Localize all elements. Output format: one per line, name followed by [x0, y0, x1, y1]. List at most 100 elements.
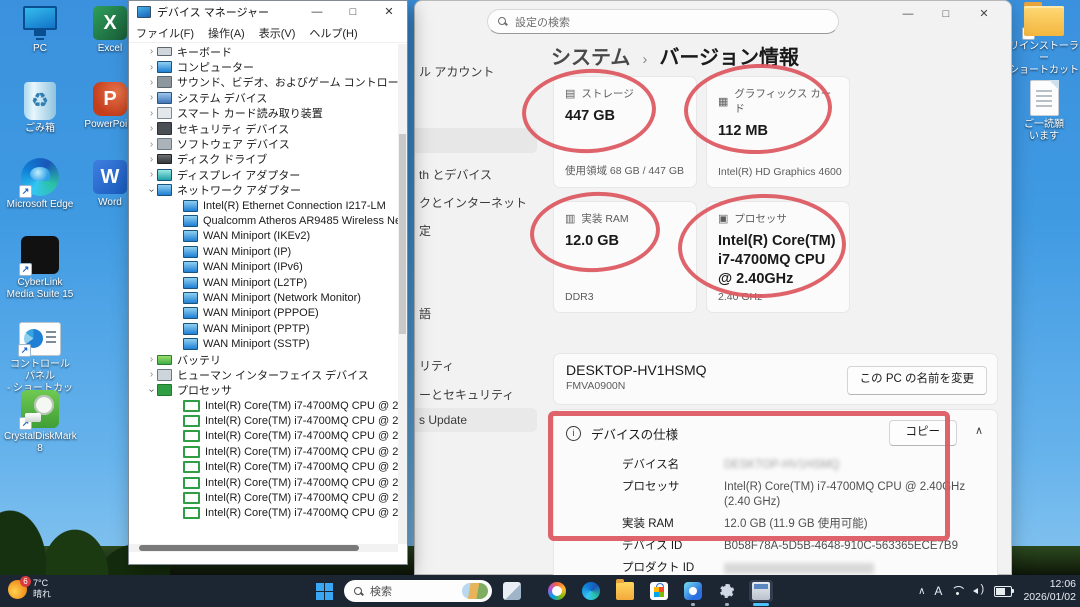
tree-item[interactable]: Intel(R) Core(TM) i7-4700MQ CPU @ 2.40GH… — [129, 413, 398, 428]
menu-item[interactable]: ヘルプ(H) — [302, 25, 364, 41]
chevron-right-icon[interactable]: › — [146, 46, 157, 57]
tree-item[interactable]: WAN Miniport (PPTP) — [129, 321, 398, 336]
menu-item[interactable]: 表示(V) — [252, 25, 303, 41]
tree-item[interactable]: Intel(R) Core(TM) i7-4700MQ CPU @ 2.40GH… — [129, 475, 398, 490]
tree-item[interactable]: ›ネットワーク アダプター — [129, 183, 398, 198]
vertical-scrollbar[interactable] — [398, 44, 407, 544]
taskbar-icon-edge[interactable] — [579, 580, 603, 602]
volume-icon[interactable] — [973, 586, 985, 596]
chevron-right-icon[interactable]: › — [146, 123, 157, 134]
taskbar-icon-copilot[interactable] — [545, 580, 569, 602]
taskbar-icon-task-view[interactable] — [500, 580, 524, 602]
maximize-button[interactable]: □ — [927, 1, 965, 27]
chevron-right-icon[interactable]: › — [146, 77, 157, 88]
horizontal-scrollbar[interactable] — [129, 544, 398, 552]
chevron-down-icon[interactable]: › — [146, 185, 157, 196]
tray-chevron-up-icon[interactable]: ∧ — [918, 586, 925, 597]
settings-search-placeholder: 設定の検索 — [515, 14, 570, 30]
tree-item-label: サウンド、ビデオ、およびゲーム コントローラー — [177, 74, 398, 90]
minimize-button[interactable]: — — [889, 1, 927, 27]
chevron-right-icon[interactable]: › — [146, 154, 157, 165]
close-button[interactable]: ✕ — [965, 1, 1003, 27]
nav-item-fragment[interactable]: 語 — [419, 305, 431, 322]
tree-item[interactable]: Intel(R) Core(TM) i7-4700MQ CPU @ 2.40GH… — [129, 429, 398, 444]
tree-item[interactable]: WAN Miniport (IP) — [129, 244, 398, 259]
chevron-right-icon[interactable]: › — [146, 354, 157, 365]
tree-item[interactable]: ›セキュリティ デバイス — [129, 121, 398, 136]
menu-item[interactable]: 操作(A) — [201, 25, 252, 41]
tree-item[interactable]: WAN Miniport (SSTP) — [129, 336, 398, 351]
tree-item[interactable]: WAN Miniport (PPPOE) — [129, 306, 398, 321]
battery-icon[interactable] — [994, 586, 1012, 597]
scrollbar-thumb[interactable] — [139, 545, 359, 551]
nav-item-fragment[interactable]: クとインターネット — [419, 194, 527, 211]
wifi-icon[interactable] — [951, 586, 964, 596]
close-button[interactable]: ✕ — [371, 1, 407, 23]
maximize-button[interactable]: □ — [335, 1, 371, 23]
tree-item[interactable]: Intel(R) Core(TM) i7-4700MQ CPU @ 2.40GH… — [129, 398, 398, 413]
tree-item[interactable]: › ヒューマン インターフェイス デバイス — [129, 367, 398, 382]
chevron-down-icon[interactable]: › — [146, 385, 157, 396]
desktop-icon-readme[interactable]: ご一読願 います — [1008, 80, 1080, 143]
rename-pc-button[interactable]: この PC の名前を変更 — [847, 366, 987, 395]
desktop-icon-pc[interactable]: PC — [4, 6, 76, 55]
tree-item[interactable]: WAN Miniport (IPv6) — [129, 259, 398, 274]
scrollbar-thumb[interactable] — [399, 134, 406, 334]
tree-item[interactable]: WAN Miniport (Network Monitor) — [129, 290, 398, 305]
chevron-right-icon[interactable]: › — [146, 92, 157, 103]
device-manager-titlebar[interactable]: デバイス マネージャー — □ ✕ — [129, 1, 407, 23]
nav-item-fragment[interactable]: ーとセキュリティ — [419, 386, 514, 403]
desktop-icon-recycle-bin[interactable]: ごみ箱 — [4, 82, 76, 135]
start-button[interactable] — [316, 583, 333, 600]
desktop-icon-crystaldiskmark[interactable]: ↗CrystalDiskMark 8 — [4, 390, 76, 455]
chevron-right-icon[interactable]: › — [146, 169, 157, 180]
ime-indicator[interactable]: A — [934, 584, 942, 598]
chevron-right-icon[interactable]: › — [146, 108, 157, 119]
weather-widget[interactable]: 6 7°C 晴れ — [8, 578, 51, 600]
taskbar-icon-device-manager[interactable] — [749, 580, 773, 602]
powerpoint-icon: P — [93, 82, 127, 116]
nav-item-fragment[interactable]: ル アカウント — [419, 63, 494, 80]
nav-item-fragment[interactable]: s Update — [419, 413, 467, 427]
nav-item-fragment[interactable]: リティ — [419, 357, 454, 374]
minimize-button[interactable]: — — [299, 1, 335, 23]
desktop-icon-cyberlink[interactable]: ↗CyberLink Media Suite 15 — [4, 236, 76, 301]
tree-item[interactable]: Intel(R) Core(TM) i7-4700MQ CPU @ 2.40GH… — [129, 460, 398, 475]
settings-search-input[interactable]: 設定の検索 — [487, 9, 839, 34]
chevron-right-icon[interactable]: › — [146, 62, 157, 73]
tree-item[interactable]: Qualcomm Atheros AR9485 Wireless Network… — [129, 213, 398, 228]
desktop-icon-edge[interactable]: ↗Microsoft Edge — [4, 158, 76, 211]
tree-item[interactable]: ›コンピューター — [129, 59, 398, 74]
tree-item[interactable]: ›ディスプレイ アダプター — [129, 167, 398, 182]
tree-item[interactable]: ›スマート カード読み取り装置 — [129, 106, 398, 121]
breadcrumb-system[interactable]: システム — [551, 41, 630, 70]
tree-item[interactable]: WAN Miniport (IKEv2) — [129, 229, 398, 244]
nav-item-fragment[interactable]: th とデバイス — [419, 166, 492, 183]
nav-item-fragment[interactable]: 定 — [419, 222, 431, 239]
taskbar-icon-file-explorer[interactable] — [613, 580, 637, 602]
tree-item[interactable]: › サウンド、ビデオ、およびゲーム コントローラー — [129, 75, 398, 90]
chevron-right-icon[interactable]: › — [146, 369, 157, 380]
taskbar-icon-photos[interactable] — [681, 580, 705, 602]
menu-item[interactable]: ファイル(F) — [129, 25, 201, 41]
tree-item[interactable]: ›キーボード — [129, 44, 398, 59]
tree-item[interactable]: Intel(R) Core(TM) i7-4700MQ CPU @ 2.40GH… — [129, 506, 398, 521]
tree-item[interactable]: ›プロセッサ — [129, 383, 398, 398]
desktop-icon-reinstaller[interactable]: ↗リインストーラー ショートカット — [1008, 6, 1080, 77]
tree-item[interactable]: ›ディスク ドライブ — [129, 152, 398, 167]
tree-item[interactable]: Intel(R) Core(TM) i7-4700MQ CPU @ 2.40GH… — [129, 490, 398, 505]
tree-item[interactable]: WAN Miniport (L2TP) — [129, 275, 398, 290]
tree-item[interactable]: Intel(R) Core(TM) i7-4700MQ CPU @ 2.40GH… — [129, 444, 398, 459]
chevron-up-icon[interactable]: ∧ — [975, 424, 983, 437]
taskbar-icon-settings-gear[interactable] — [715, 580, 739, 602]
tree-item[interactable]: Intel(R) Ethernet Connection I217-LM — [129, 198, 398, 213]
taskbar-icon-store[interactable] — [647, 580, 671, 602]
taskbar-search-input[interactable]: 検索 — [344, 580, 492, 602]
nav-selected-highlight[interactable] — [415, 128, 537, 153]
tree-item[interactable]: ›システム デバイス — [129, 90, 398, 105]
chevron-right-icon[interactable]: › — [146, 139, 157, 150]
clock[interactable]: 12:06 2026/01/02 — [1023, 578, 1076, 604]
tree-item[interactable]: ›バッテリ — [129, 352, 398, 367]
tree-item-label: ヒューマン インターフェイス デバイス — [177, 367, 369, 383]
tree-item[interactable]: ›ソフトウェア デバイス — [129, 136, 398, 151]
